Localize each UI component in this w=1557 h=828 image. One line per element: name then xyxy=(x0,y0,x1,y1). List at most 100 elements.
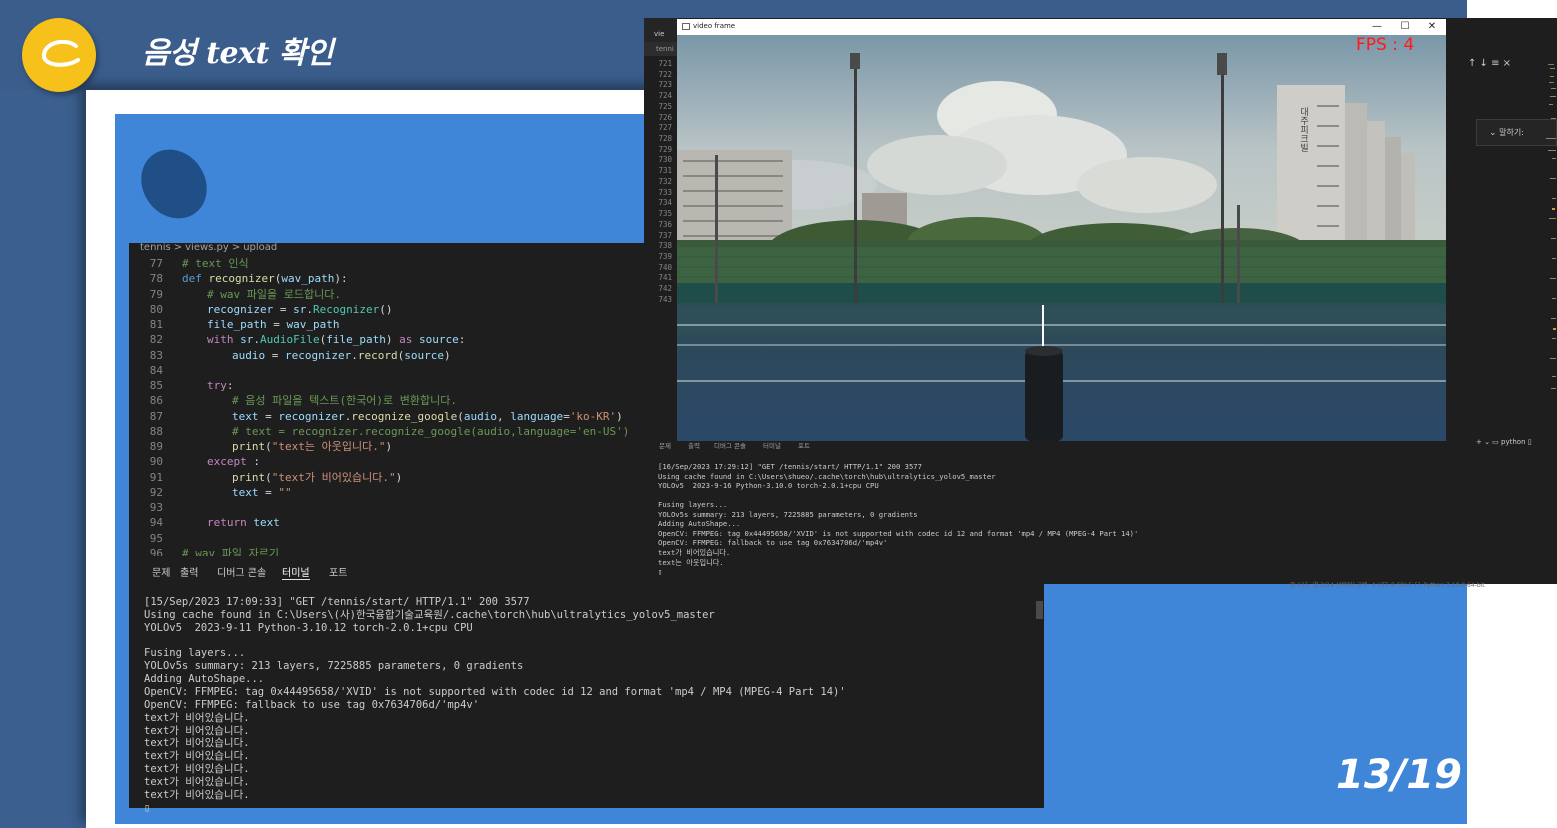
editor-tab[interactable]: vie xyxy=(654,30,664,38)
line-number: 87 xyxy=(149,409,163,423)
code-token: = xyxy=(265,348,285,362)
minimap[interactable] xyxy=(1540,58,1557,398)
code-token: # 음성 파일을 텍스트(한국어)로 변환합니다. xyxy=(232,394,458,408)
terminal-tab[interactable]: 디버그 콘솔 xyxy=(714,440,746,450)
code-token: print xyxy=(232,470,266,484)
code-text: text = "" xyxy=(232,485,292,500)
terminal-tab[interactable]: 출력 xyxy=(688,440,700,450)
line-number: 77 xyxy=(149,257,163,270)
maximize-button[interactable]: ☐ xyxy=(1393,20,1417,34)
code-text: audio = recognizer.record(source) xyxy=(232,348,451,363)
code-token: # wav 파일 자르기 xyxy=(182,546,279,556)
slide-title: 음성 text 확인 xyxy=(142,36,333,71)
line-number: 78 xyxy=(149,272,163,286)
line-number: 730 xyxy=(658,155,672,165)
breadcrumb-item[interactable]: views.py xyxy=(185,243,229,253)
terminal-line: ▯ xyxy=(144,801,151,814)
line-number: 84 xyxy=(149,363,163,377)
code-text: # text = recognizer.recognize_google(aud… xyxy=(232,424,629,439)
terminal-line: ▯ xyxy=(658,567,663,577)
code-text: def recognizer(wav_path): xyxy=(182,271,348,286)
terminal-actions[interactable]: + ⌄ ▭ python ▯ xyxy=(1476,438,1532,446)
code-token: : xyxy=(253,455,260,469)
code-token: audio xyxy=(232,348,266,362)
code-token: wav_path xyxy=(281,272,335,286)
code-token: try xyxy=(207,379,227,392)
line-number: 742 xyxy=(658,284,672,294)
line-number: 743 xyxy=(658,294,672,304)
line-number: 86 xyxy=(149,394,163,408)
line-number: 741 xyxy=(658,273,672,283)
terminal-tab[interactable]: 터미널 xyxy=(282,564,310,579)
terminal-line: [15/Sep/2023 17:09:33] "GET /tennis/star… xyxy=(144,596,530,608)
code-text: recognizer = sr.Recognizer() xyxy=(207,302,392,317)
chevron-down-icon: ⌄ xyxy=(1489,128,1497,138)
code-token: ( xyxy=(457,409,464,423)
line-number: 94 xyxy=(149,516,163,530)
line-number: 728 xyxy=(658,134,672,144)
code-token: ) xyxy=(385,440,393,453)
line-number: 736 xyxy=(658,219,672,229)
terminal-line: YOLOv5 2023-9-11 Python-3.10.12 torch-2.… xyxy=(144,621,473,634)
line-number: 93 xyxy=(149,501,163,514)
code-token: . xyxy=(306,302,313,316)
terminal-tab[interactable]: 포트 xyxy=(798,440,810,450)
code-token: . xyxy=(351,348,358,362)
page-number: 13/19 xyxy=(1336,752,1462,798)
terminal-line: YOLOv5s summary: 213 layers, 7225885 par… xyxy=(144,660,524,673)
terminal-tab[interactable]: 포트 xyxy=(329,564,347,579)
terminal-scrollbar[interactable] xyxy=(1036,601,1043,619)
code-token: = xyxy=(258,485,279,499)
terminal-tab[interactable]: 디버그 콘솔 xyxy=(217,564,266,579)
window-titlebar[interactable]: video frame — ☐ ✕ xyxy=(677,19,1446,35)
code-token: sr xyxy=(293,302,307,316)
code-text: # 음성 파일을 텍스트(한국어)로 변환합니다. xyxy=(232,393,457,408)
code-token: source xyxy=(418,333,459,347)
code-token: 'ko-KR' xyxy=(569,409,617,423)
code-token: source xyxy=(404,348,444,362)
breadcrumb-fragment[interactable]: tenni xyxy=(656,45,674,53)
breadcrumb[interactable]: tennis > views.py > upload xyxy=(129,243,644,255)
right-terminal-tab-bar: 문제 출력 디버그 콘솔 터미널 포트 xyxy=(644,440,1557,456)
line-number: 91 xyxy=(149,470,163,484)
code-token: "text가 비어있습니다." xyxy=(271,470,396,484)
breadcrumb-item: > xyxy=(173,243,183,253)
breadcrumb-item[interactable]: tennis xyxy=(140,243,171,253)
line-number: 85 xyxy=(149,379,163,392)
find-widget-controls[interactable]: ↑ ↓ ≡ × xyxy=(1468,58,1528,74)
code-token: sr xyxy=(240,333,254,347)
code-token: # text 인식 xyxy=(182,257,249,270)
code-token: as xyxy=(399,333,419,347)
minimize-button[interactable]: — xyxy=(1365,20,1389,34)
line-number: 95 xyxy=(149,531,163,545)
terminal-line: text가 비어있습니다. xyxy=(144,724,250,737)
line-number: 740 xyxy=(658,262,672,272)
terminal-tab[interactable]: 문제 xyxy=(659,440,671,450)
terminal-line: OpenCV: FFMPEG: fallback to use tag 0x76… xyxy=(658,538,888,548)
code-token: record xyxy=(357,348,398,362)
code-token: ) xyxy=(385,333,400,347)
terminal-line: text는 아웃입니다. xyxy=(658,557,724,567)
terminal-tab[interactable]: 출력 xyxy=(180,564,198,579)
terminal-panel[interactable]: 문제 출력 디버그 콘솔 터미널 포트 [15/Sep/2023 17:09:33] "… xyxy=(129,556,1044,814)
code-editor[interactable]: tennis > views.py > upload 77 # text 인식 78 def … xyxy=(129,243,644,556)
code-token: text xyxy=(232,409,259,423)
status-bar: 줄 615, 열 2(14 선택됨) 공백: 4 UTF-8 CRLF {} P… xyxy=(1290,582,1485,589)
terminal-tab[interactable]: 터미널 xyxy=(763,440,781,450)
code-token: def xyxy=(182,272,209,286)
line-number: 721 xyxy=(658,59,672,68)
line-number: 89 xyxy=(149,440,163,453)
close-button[interactable]: ✕ xyxy=(1420,20,1444,34)
code-token: recognize_google xyxy=(351,409,458,423)
breadcrumb-item[interactable]: upload xyxy=(243,243,277,253)
terminal-line: text가 비어있습니다. xyxy=(144,737,250,750)
code-token: = xyxy=(563,409,570,423)
code-text: text = recognizer.recognize_google(audio… xyxy=(232,409,623,424)
line-number: 81 xyxy=(149,318,163,331)
code-token: text xyxy=(232,485,259,499)
terminal-line: Using cache found in C:\Users\(사)한국융합기술교… xyxy=(144,608,715,621)
code-token: AudioFile xyxy=(260,333,320,347)
video-frame-window[interactable]: video frame — ☐ ✕ 대주피크빌 FPS: 4 xyxy=(677,19,1446,441)
terminal-tab[interactable]: 문제 xyxy=(152,564,170,579)
terminal-line: text가 비어있습니다. xyxy=(144,788,250,801)
